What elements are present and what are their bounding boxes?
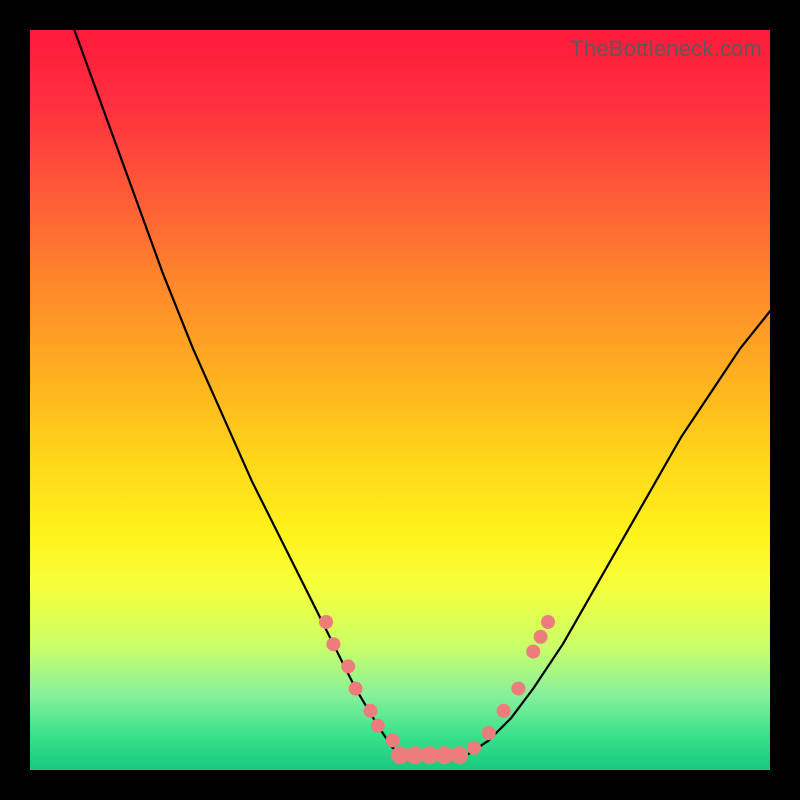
plot-area: TheBottleneck.com	[30, 30, 770, 770]
marker-point	[371, 719, 385, 733]
marker-point	[482, 726, 496, 740]
marker-point	[450, 746, 468, 764]
left-curve	[74, 30, 407, 755]
marker-group	[319, 615, 555, 764]
marker-point	[511, 682, 525, 696]
marker-point	[363, 704, 377, 718]
marker-point	[534, 630, 548, 644]
marker-point	[341, 659, 355, 673]
marker-point	[386, 733, 400, 747]
marker-point	[326, 637, 340, 651]
marker-point	[319, 615, 333, 629]
marker-point	[526, 645, 540, 659]
chart-svg	[30, 30, 770, 770]
marker-point	[541, 615, 555, 629]
marker-point	[467, 741, 481, 755]
marker-point	[497, 704, 511, 718]
chart-frame: TheBottleneck.com	[0, 0, 800, 800]
marker-point	[349, 682, 363, 696]
curve-group	[74, 30, 770, 755]
